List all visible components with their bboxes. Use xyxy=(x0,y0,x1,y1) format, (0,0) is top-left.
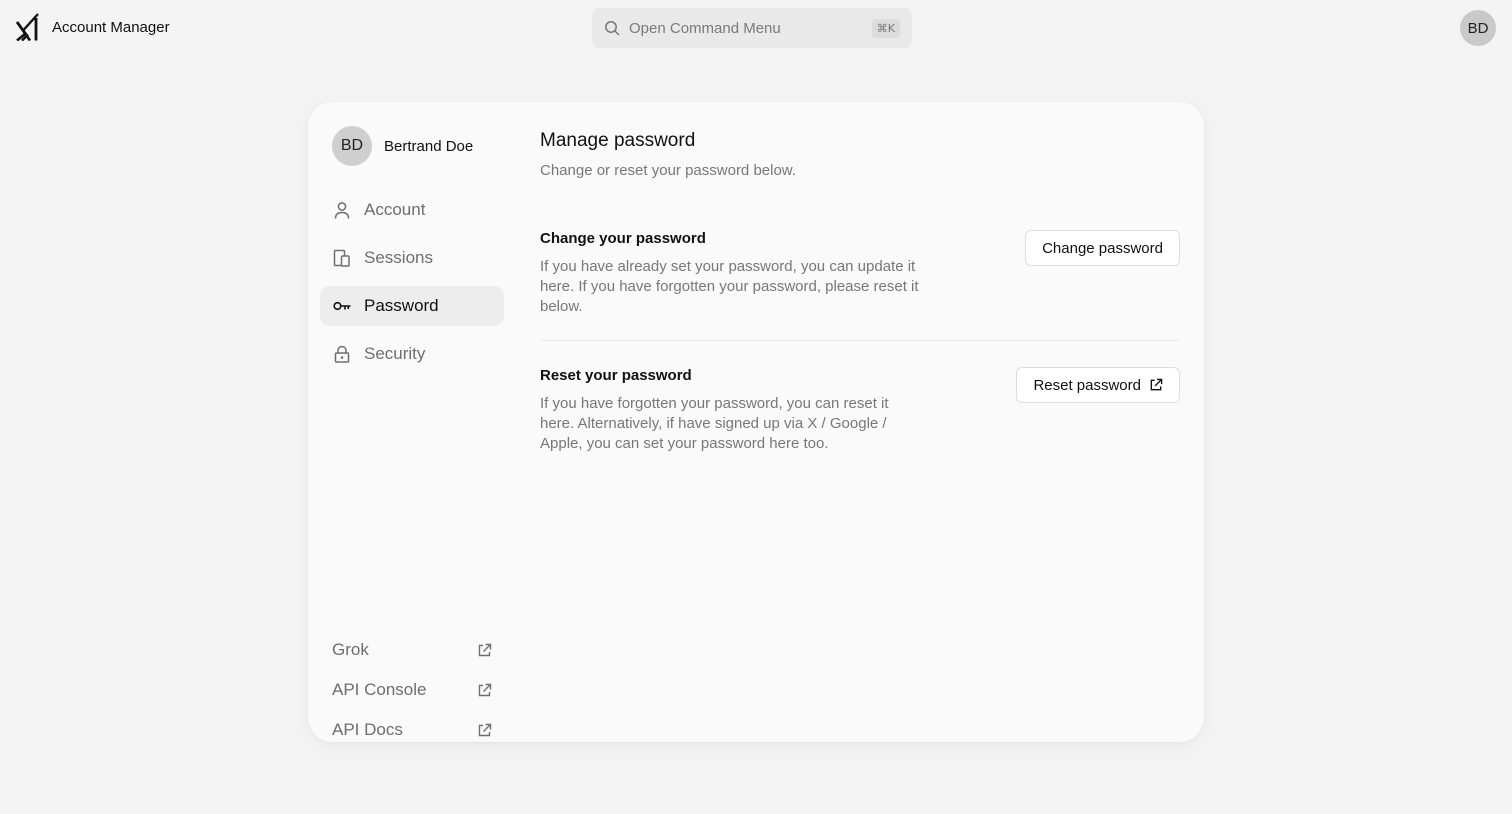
command-menu-placeholder: Open Command Menu xyxy=(629,19,781,37)
sidebar: BD Bertrand Doe Account Sessions Passwor… xyxy=(320,126,504,739)
brand[interactable]: Account Manager xyxy=(16,13,170,41)
sidebar-item-label: Security xyxy=(364,344,426,363)
sidebar-item-label: Account xyxy=(364,200,426,219)
xai-logo-icon xyxy=(16,13,39,41)
sidebar-item-label: Sessions xyxy=(364,248,433,267)
link-api-docs[interactable]: API Docs xyxy=(320,710,504,750)
sidebar-item-password[interactable]: Password xyxy=(320,286,504,326)
settings-card: BD Bertrand Doe Account Sessions Passwor… xyxy=(308,102,1204,742)
change-password-section: Change your password If you have already… xyxy=(540,230,1180,342)
sidebar-nav: Account Sessions Password Security xyxy=(320,190,504,382)
sidebar-item-sessions[interactable]: Sessions xyxy=(320,238,504,278)
user-icon xyxy=(334,202,350,219)
top-bar: Account Manager Open Command Menu ⌘K BD xyxy=(0,0,1512,56)
sidebar-item-label: Password xyxy=(364,296,439,315)
external-link-icon xyxy=(1150,378,1163,391)
reset-password-button[interactable]: Reset password xyxy=(1016,367,1180,403)
link-label: API Docs xyxy=(332,720,403,739)
sidebar-item-security[interactable]: Security xyxy=(320,334,504,374)
reset-password-section: Reset your password If you have forgotte… xyxy=(540,367,1180,479)
change-password-button[interactable]: Change password xyxy=(1025,230,1180,266)
password-panel: Manage password Change or reset your pas… xyxy=(540,130,1180,452)
button-label: Reset password xyxy=(1033,376,1141,394)
external-link-icon xyxy=(478,643,492,656)
page-subtitle: Change or reset your password below. xyxy=(540,162,796,179)
section-description: If you have forgotten your password, you… xyxy=(540,395,889,452)
link-grok[interactable]: Grok xyxy=(320,630,504,670)
devices-icon xyxy=(333,249,350,267)
search-icon xyxy=(605,21,620,36)
app-title: Account Manager xyxy=(52,18,170,36)
section-description: If you have already set your password, y… xyxy=(540,258,919,315)
section-divider xyxy=(540,340,1180,341)
sidebar-item-account[interactable]: Account xyxy=(320,190,504,230)
key-icon xyxy=(333,301,351,311)
user-name: Bertrand Doe xyxy=(384,137,474,155)
profile-summary: BD Bertrand Doe xyxy=(320,126,504,166)
page-title: Manage password xyxy=(540,130,696,151)
command-menu-search[interactable]: Open Command Menu ⌘K xyxy=(592,8,912,48)
external-links: Grok API Console API Docs xyxy=(320,630,504,750)
avatar: BD xyxy=(332,126,372,166)
external-link-icon xyxy=(478,723,492,736)
shortcut-badge: ⌘K xyxy=(871,18,900,38)
external-link-icon xyxy=(478,683,492,696)
link-label: Grok xyxy=(332,640,369,659)
user-avatar-button[interactable]: BD xyxy=(1460,10,1496,46)
link-label: API Console xyxy=(332,680,427,699)
button-label: Change password xyxy=(1042,239,1163,257)
link-api-console[interactable]: API Console xyxy=(320,670,504,710)
lock-icon xyxy=(334,345,350,363)
